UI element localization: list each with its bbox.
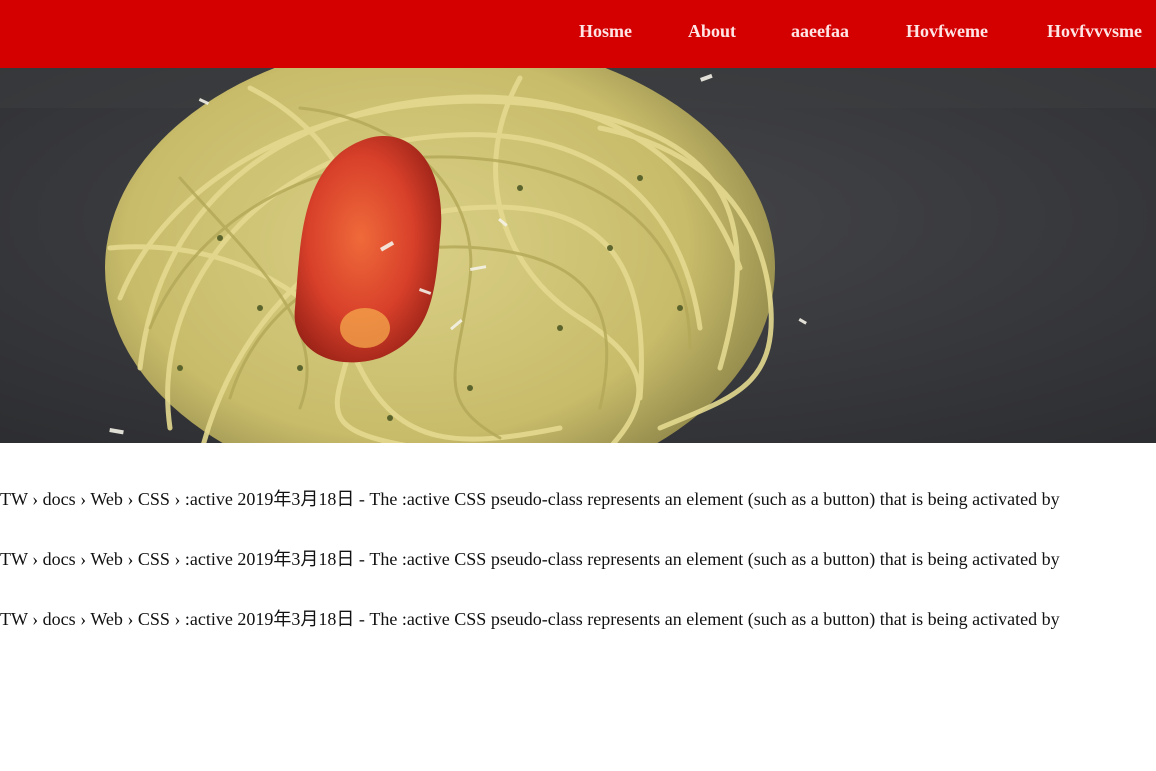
result-snippet[interactable]: TW › docs › Web › CSS › :active 2019年3月1…	[0, 547, 1156, 571]
hero-image	[0, 68, 1156, 443]
result-snippet[interactable]: TW › docs › Web › CSS › :active 2019年3月1…	[0, 607, 1156, 631]
nav-menu: Hosme About aaeefaa Hovfweme Hovfvvvsme	[0, 0, 1156, 68]
nav-item-home[interactable]: Hosme	[579, 20, 632, 42]
nav-item-5[interactable]: Hovfvvvsme	[1047, 20, 1142, 42]
nav-item-4[interactable]: Hovfweme	[906, 20, 988, 42]
pasta-photo	[0, 68, 1156, 443]
nav-item-3[interactable]: aaeefaa	[791, 20, 849, 42]
result-snippet[interactable]: TW › docs › Web › CSS › :active 2019年3月1…	[0, 487, 1156, 511]
top-navbar: Hosme About aaeefaa Hovfweme Hovfvvvsme	[0, 0, 1156, 68]
nav-item-about[interactable]: About	[688, 20, 736, 42]
search-results: TW › docs › Web › CSS › :active 2019年3月1…	[0, 443, 1156, 771]
